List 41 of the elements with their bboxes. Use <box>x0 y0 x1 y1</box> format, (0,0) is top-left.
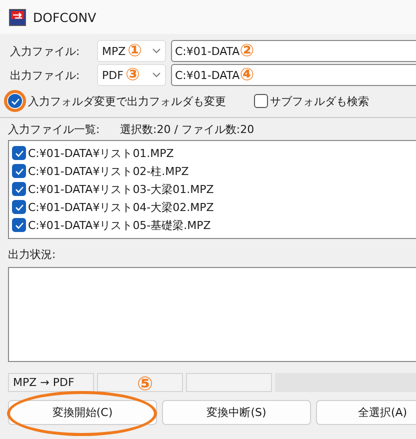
checkmark-icon <box>14 150 24 156</box>
action-button[interactable]: 全選択(A) <box>316 400 416 425</box>
action-button[interactable]: 変換開始(C) <box>8 400 157 425</box>
file-list-item[interactable]: C:¥01-DATA¥リスト05-基礎梁.MPZ <box>28 218 211 232</box>
format-dropdown[interactable]: MPZ ① <box>97 40 166 62</box>
action-button[interactable]: 変換中断(S) <box>162 400 311 425</box>
checkbox[interactable] <box>12 164 26 178</box>
annotation-number: ② <box>240 42 254 60</box>
checkbox[interactable] <box>12 182 26 196</box>
file-list-item[interactable]: C:¥01-DATA¥リスト04-大梁02.MPZ <box>28 200 214 214</box>
chevron-down-icon <box>152 72 161 78</box>
status-segment: MPZ → PDF <box>8 373 94 392</box>
checkbox[interactable] <box>12 218 26 232</box>
chevron-down-icon <box>152 48 161 54</box>
annotation-number: ① <box>128 42 142 60</box>
path-field[interactable]: C:¥01-DATA② <box>171 40 416 62</box>
app-icon <box>9 8 26 26</box>
option-label: 入力フォルダ変更で出力フォルダも変更 <box>28 94 226 108</box>
checkmark-icon <box>14 222 24 228</box>
checkmark-icon <box>14 186 24 192</box>
annotation-number: ⑤ <box>137 375 154 394</box>
checkmark-icon <box>14 204 24 210</box>
annotation-number: ③ <box>125 66 140 84</box>
checkbox[interactable] <box>12 146 26 160</box>
selection-count: 選択数:20 / ファイル数:20 <box>120 122 254 136</box>
option-label: サブフォルダも検索 <box>270 94 369 108</box>
checkbox[interactable] <box>254 94 268 108</box>
annotation-number: ④ <box>240 66 254 84</box>
file-list-item[interactable]: C:¥01-DATA¥リスト03-大梁01.MPZ <box>28 182 214 196</box>
field-label: 入力ファイル: <box>9 44 81 58</box>
file-list-item[interactable]: C:¥01-DATA¥リスト02-柱.MPZ <box>28 164 189 178</box>
file-list-item[interactable]: C:¥01-DATA¥リスト01.MPZ <box>28 146 174 160</box>
checkbox[interactable] <box>12 200 26 214</box>
window-title: DOFCONV <box>33 10 96 24</box>
checkmark-icon <box>14 168 24 174</box>
field-label: 出力ファイル: <box>9 68 81 82</box>
output-status-label: 出力状況: <box>8 246 56 262</box>
format-dropdown[interactable]: PDF ③ <box>97 64 166 86</box>
list-label: 入力ファイル一覧: <box>8 122 101 136</box>
checkmark-icon <box>10 98 20 104</box>
path-field[interactable]: C:¥01-DATA④ <box>171 64 416 86</box>
